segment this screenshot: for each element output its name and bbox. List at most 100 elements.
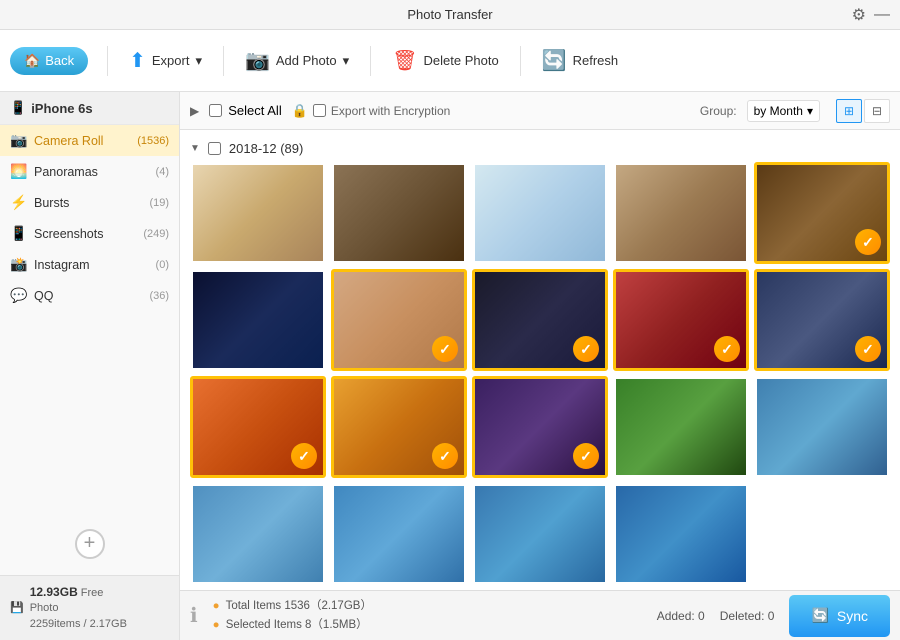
sidebar-items: 📷 Camera Roll (1536) 🌅 Panoramas (4) ⚡ B… [0,125,179,311]
photo-item[interactable] [190,269,326,371]
selection-checkmark: ✓ [855,336,881,362]
export-button[interactable]: ⬆ Export ▾ [117,42,214,79]
main-layout: 📱 iPhone 6s 📷 Camera Roll (1536) 🌅 Panor… [0,92,900,640]
photo-grid-container[interactable]: ▼ 2018-12 (89) ✓✓✓✓✓✓✓✓ [180,130,900,590]
back-button[interactable]: 🏠 Back [10,47,88,75]
selection-checkmark: ✓ [855,229,881,255]
sync-button[interactable]: 🔄 Sync [789,595,890,637]
photo-thumbnail [475,165,605,261]
minimize-button[interactable]: — [874,6,890,24]
collapse-icon: ▼ [190,143,200,154]
photo-item[interactable] [331,162,467,264]
refresh-button[interactable]: 🔄 Refresh [530,42,630,79]
device-name-header: 📱 iPhone 6s [0,92,179,125]
photo-thumbnail [334,486,464,582]
phone-icon: 📱 [10,100,26,116]
sidebar-item-screenshots[interactable]: 📱 Screenshots (249) [0,218,179,249]
photo-item[interactable]: ✓ [331,269,467,371]
app-title: Photo Transfer [407,7,492,22]
storage-free-label: Free [81,587,104,599]
bursts-icon: ⚡ [10,194,26,211]
photo-item[interactable]: ✓ [190,376,326,478]
sidebar-item-qq[interactable]: 💬 QQ (36) [0,280,179,311]
view-small-grid-button[interactable]: ⊟ [864,99,890,123]
photo-item[interactable] [190,483,326,585]
photo-thumbnail [193,486,323,582]
month-checkbox[interactable] [208,142,221,155]
add-photo-button[interactable]: 📷 Add Photo ▾ [233,42,361,79]
photo-item[interactable]: ✓ [331,376,467,478]
photo-item[interactable]: ✓ [472,269,608,371]
bottom-bar: ℹ ● Total Items 1536（2.17GB） ● Selected … [180,590,900,640]
photo-item[interactable]: ✓ [613,269,749,371]
action-bar: ▶ Select All 🔒 Export with Encryption Gr… [180,92,900,130]
storage-photo-label: Photo [30,602,59,614]
content-area: ▶ Select All 🔒 Export with Encryption Gr… [180,92,900,640]
photo-item[interactable] [754,376,890,478]
photo-item[interactable]: ✓ [472,376,608,478]
photo-item[interactable]: ✓ [754,162,890,264]
encrypt-checkbox[interactable] [313,104,326,117]
bursts-count: (19) [149,197,169,209]
select-all-label: Select All [228,103,281,118]
photo-thumbnail [475,486,605,582]
delete-photo-button[interactable]: 🗑 Delete Photo [380,42,511,79]
camera-roll-label: Camera Roll [34,134,129,148]
sidebar-item-bursts[interactable]: ⚡ Bursts (19) [0,187,179,218]
photo-item[interactable] [472,483,608,585]
photo-item[interactable] [472,162,608,264]
export-label: Export [152,53,190,68]
add-album-button[interactable]: + [75,529,105,559]
expand-icon[interactable]: ▶ [190,104,199,118]
title-bar: Photo Transfer ⚙ — [0,0,900,30]
view-toggle: ⊞ ⊟ [836,99,890,123]
add-photo-icon: 📷 [245,48,270,73]
storage-free-amount: 12.93GB [30,585,78,599]
storage-icon: 💾 [10,601,24,614]
group-select-button[interactable]: by Month ▾ [747,100,820,122]
refresh-icon: 🔄 [542,48,567,73]
deleted-label: Deleted: 0 [720,609,775,623]
photo-item[interactable] [190,162,326,264]
panoramas-count: (4) [156,166,169,178]
sidebar-item-instagram[interactable]: 📸 Instagram (0) [0,249,179,280]
refresh-label: Refresh [573,53,619,68]
selected-dot: ● [213,619,220,631]
month-header[interactable]: ▼ 2018-12 (89) [190,135,890,162]
settings-button[interactable]: ⚙ [852,5,866,25]
total-items-label: Total Items 1536（2.17GB） [226,600,372,612]
photo-item[interactable] [613,376,749,478]
screenshots-label: Screenshots [34,227,135,241]
select-all-area[interactable]: Select All [209,103,281,118]
toolbar-separator-3 [370,46,371,76]
selection-checkmark: ✓ [291,443,317,469]
photo-item[interactable]: ✓ [754,269,890,371]
encrypt-area[interactable]: 🔒 Export with Encryption [292,103,451,119]
photo-thumbnail [757,379,887,475]
delete-photo-icon: 🗑 [392,48,417,73]
photo-item[interactable] [613,483,749,585]
selection-checkmark: ✓ [432,336,458,362]
export-icon: ⬆ [129,48,146,73]
plus-icon: + [84,532,96,555]
sidebar-item-panoramas[interactable]: 🌅 Panoramas (4) [0,156,179,187]
selected-items-label: Selected Items 8（1.5MB） [226,619,368,631]
bursts-label: Bursts [34,196,141,210]
sidebar-item-camera-roll[interactable]: 📷 Camera Roll (1536) [0,125,179,156]
photo-item[interactable] [613,162,749,264]
encrypt-label: Export with Encryption [331,104,450,118]
screenshots-count: (249) [143,228,169,240]
panoramas-label: Panoramas [34,165,148,179]
sidebar-footer: 💾 12.93GB Free Photo 2259items / 2.17GB [0,575,179,640]
photo-item[interactable] [331,483,467,585]
sync-label: Sync [837,608,868,624]
view-large-grid-button[interactable]: ⊞ [836,99,862,123]
selection-checkmark: ✓ [432,443,458,469]
photo-thumbnail [193,165,323,261]
instagram-label: Instagram [34,258,148,272]
selection-checkmark: ✓ [573,336,599,362]
select-all-checkbox[interactable] [209,104,222,117]
photo-grid: ✓✓✓✓✓✓✓✓ [190,162,890,585]
camera-roll-count: (1536) [137,135,169,147]
delete-photo-label: Delete Photo [424,53,499,68]
